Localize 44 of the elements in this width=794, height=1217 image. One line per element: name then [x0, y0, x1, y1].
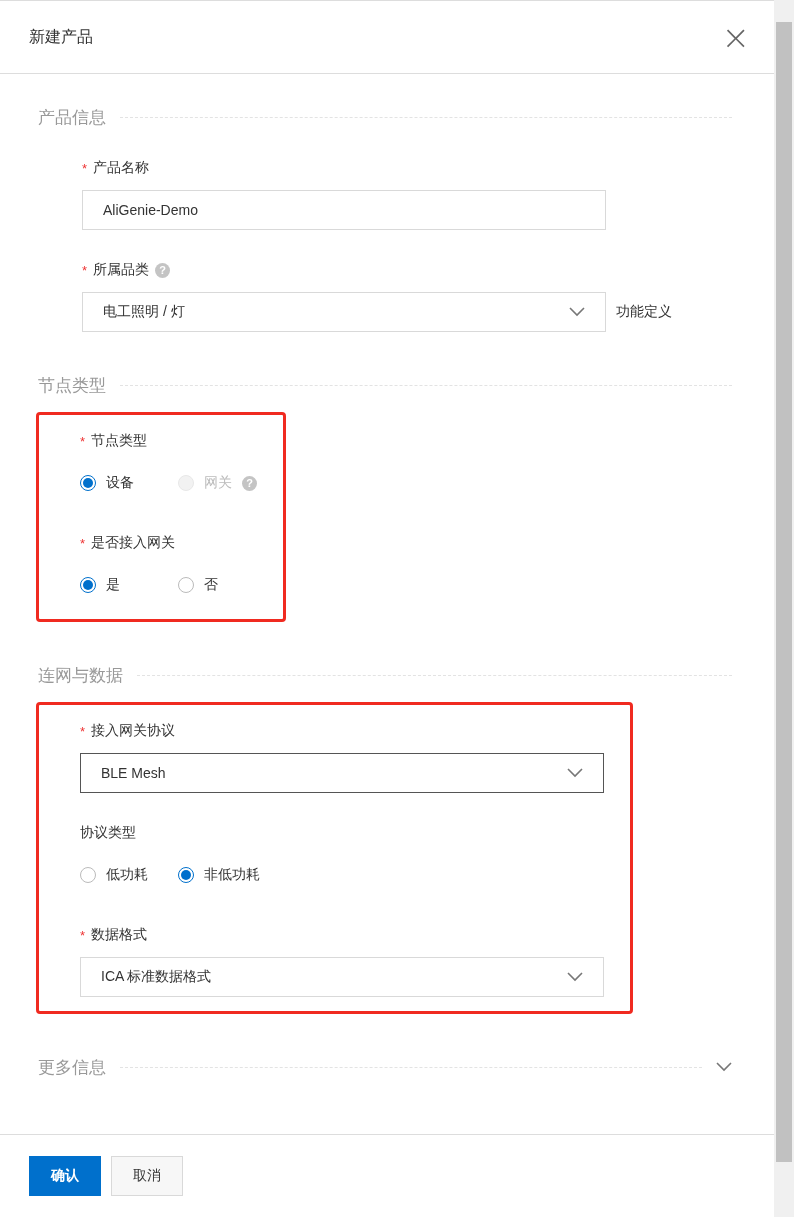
field-label: 数据格式 [91, 926, 148, 944]
select-dropdown[interactable]: BLE Mesh [80, 753, 604, 793]
section-title: 产品信息 [38, 106, 106, 129]
radio-label: 网关 [204, 474, 232, 492]
scrollbar[interactable] [774, 0, 794, 1217]
function-definition-label: 功能定义 [616, 303, 672, 321]
radio-label: 否 [204, 576, 218, 594]
required-mark: * [80, 927, 86, 943]
radio-label: 非低功耗 [204, 866, 260, 884]
chevron-down-icon [567, 768, 583, 778]
help-icon: ? [242, 475, 257, 491]
field-label: 产品名称 [93, 159, 150, 177]
radio-button[interactable] [178, 867, 194, 883]
required-mark: * [80, 723, 86, 739]
text-input[interactable]: AliGenie-Demo [82, 190, 606, 230]
chevron-down-icon [716, 1062, 732, 1072]
field-label: 接入网关协议 [91, 722, 176, 740]
field-label: 是否接入网关 [91, 534, 176, 552]
section-title: 连网与数据 [38, 664, 123, 687]
cancel-button[interactable]: 取消 [111, 1156, 183, 1196]
radio-button[interactable] [80, 475, 96, 491]
field-label: 节点类型 [91, 432, 148, 450]
required-mark: * [80, 433, 86, 449]
confirm-button[interactable]: 确认 [29, 1156, 101, 1196]
chevron-down-icon [567, 972, 583, 982]
field-label: 所属品类 [93, 261, 150, 279]
radio-button[interactable] [80, 867, 96, 883]
required-mark: * [82, 262, 88, 278]
field-label: 协议类型 [80, 824, 136, 842]
radio-button[interactable] [80, 577, 96, 593]
close-button[interactable]: × [721, 20, 750, 54]
section-title: 更多信息 [38, 1056, 106, 1079]
chevron-down-icon [569, 307, 585, 317]
select-dropdown[interactable]: ICA 标准数据格式 [80, 957, 604, 997]
required-mark: * [80, 535, 86, 551]
radio-label: 是 [106, 576, 120, 594]
section-title: 节点类型 [38, 374, 106, 397]
radio-label: 低功耗 [106, 866, 148, 884]
dialog-title: 新建产品 [29, 26, 93, 47]
radio-button[interactable] [178, 577, 194, 593]
select-dropdown[interactable]: 电工照明 / 灯 [82, 292, 606, 332]
help-icon: ? [155, 262, 171, 278]
required-mark: * [82, 160, 88, 176]
radio-label: 设备 [106, 474, 134, 492]
